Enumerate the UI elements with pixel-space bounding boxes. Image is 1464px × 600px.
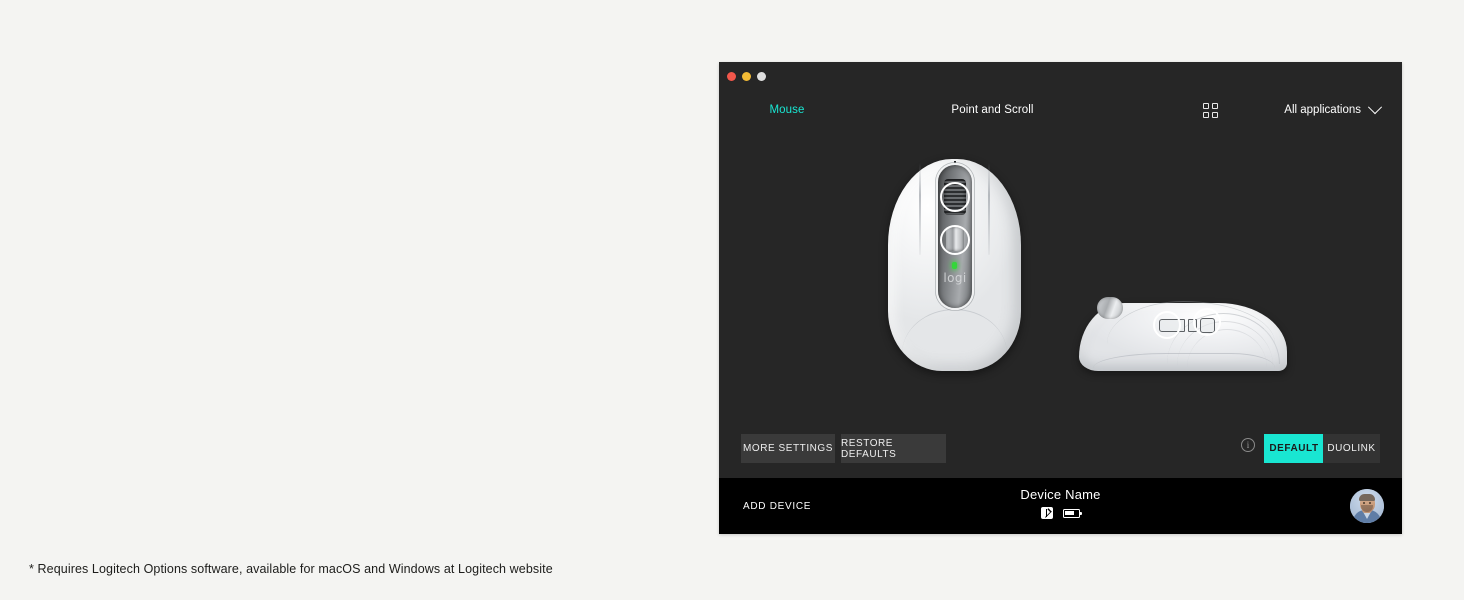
application-selector-label: All applications [1284, 104, 1361, 116]
mouse-side-base-seam [1093, 353, 1275, 368]
close-window-button[interactable] [727, 72, 736, 81]
mouse-side-highlight-ring-2 [1193, 308, 1221, 336]
battery-icon [1063, 508, 1083, 518]
bluetooth-icon [1041, 507, 1053, 519]
restore-defaults-button[interactable]: RESTORE DEFAULTS [841, 434, 946, 463]
footnote-text: * Requires Logitech Options software, av… [29, 562, 553, 576]
traffic-light-group [727, 72, 766, 81]
duolink-mode-button[interactable]: DUOLINK [1323, 434, 1380, 463]
navigation-bar: Mouse Point and Scroll All applications [719, 91, 1402, 153]
minimize-window-button[interactable] [742, 72, 751, 81]
mouse-side-thumbwheel [1097, 297, 1123, 319]
grid-apps-icon[interactable] [1203, 103, 1218, 118]
mouse-side-highlight-ring-1 [1153, 311, 1181, 339]
default-mode-button[interactable]: DEFAULT [1264, 434, 1324, 463]
more-settings-button[interactable]: MORE SETTINGS [741, 434, 835, 463]
mouse-top-view-image: logi [888, 159, 1021, 371]
device-status-icons [946, 507, 1176, 519]
device-name-label: Device Name [1020, 487, 1101, 502]
device-stage: logi MORE SETTINGS RESTORE DEFAULTS i DE [719, 129, 1402, 478]
tab-point-and-scroll[interactable]: Point and Scroll [855, 91, 1130, 129]
mouse-right-button-seam [988, 163, 990, 255]
tab-mouse[interactable]: Mouse [719, 91, 855, 129]
scroll-wheel-highlight-ring [940, 182, 970, 212]
info-circle-icon[interactable]: i [1241, 438, 1255, 452]
avatar-left-eye [1362, 502, 1365, 504]
avatar-right-eye [1369, 502, 1371, 504]
logitech-options-window: Mouse Point and Scroll All applications [719, 62, 1402, 534]
mouse-left-button-seam [919, 163, 921, 255]
mode-shift-wheel-highlight-ring [940, 225, 970, 255]
action-bar: MORE SETTINGS RESTORE DEFAULTS i DEFAULT… [719, 420, 1402, 478]
avatar-hair [1359, 493, 1375, 501]
maximize-window-button[interactable] [757, 72, 766, 81]
status-led-indicator [952, 262, 957, 269]
mouse-side-view-image [1079, 297, 1289, 373]
application-selector-dropdown[interactable]: All applications [1284, 91, 1383, 129]
window-title-bar [719, 62, 1402, 91]
add-device-button[interactable]: ADD DEVICE [743, 478, 811, 534]
device-bar: ADD DEVICE Device Name [719, 478, 1402, 534]
chevron-down-icon [1367, 100, 1383, 115]
logi-brand-logo: logi [943, 271, 967, 285]
device-info: Device Name [946, 487, 1176, 519]
user-avatar[interactable] [1350, 489, 1384, 523]
